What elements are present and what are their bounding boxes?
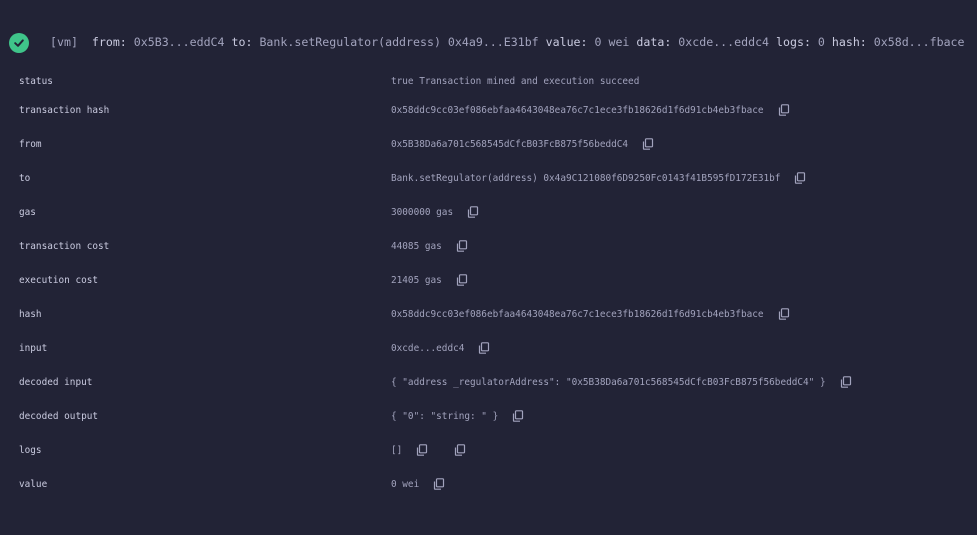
copy-icon[interactable] bbox=[454, 444, 466, 456]
detail-value-text: { "address _regulatorAddress": "0x5B38Da… bbox=[391, 377, 826, 388]
detail-value: true Transaction mined and execution suc… bbox=[391, 76, 639, 88]
hash-key: hash: bbox=[831, 35, 867, 49]
detail-row: transaction cost 44085 gas bbox=[0, 240, 977, 261]
detail-row: from 0x5B38Da6a701c568545dCfcB03FcB875f56… bbox=[0, 138, 977, 159]
copy-icon[interactable] bbox=[778, 308, 790, 320]
detail-value: 0x5B38Da6a701c568545dCfcB03FcB875f56bedd… bbox=[391, 138, 654, 151]
copy-icon[interactable] bbox=[840, 376, 852, 388]
transaction-header[interactable]: [vm] from: 0x5B3...eddC4 to: Bank.setReg… bbox=[0, 0, 977, 62]
detail-row: hash 0x58ddc9cc03ef086ebfaa4643048ea76c7c… bbox=[0, 308, 977, 329]
copy-icon[interactable] bbox=[456, 274, 468, 286]
copy-icon[interactable] bbox=[456, 240, 468, 252]
detail-value-text: [] bbox=[391, 445, 403, 456]
detail-value-text: 21405 gas bbox=[391, 275, 442, 286]
copy-icon[interactable] bbox=[467, 206, 479, 218]
detail-value-text: Bank.setRegulator(address) 0x4a9C121080f… bbox=[391, 173, 781, 184]
detail-label: from bbox=[19, 139, 42, 150]
hash-value: 0x58d...fbace bbox=[873, 35, 965, 49]
detail-label: to bbox=[19, 173, 31, 184]
transaction-summary: [vm] from: 0x5B3...eddC4 to: Bank.setReg… bbox=[50, 35, 965, 49]
value-value: 0 wei bbox=[594, 35, 630, 49]
data-key: data: bbox=[636, 35, 672, 49]
detail-row: decoded output { "0": "string: " } bbox=[0, 410, 977, 431]
detail-value: Bank.setRegulator(address) 0x4a9C121080f… bbox=[391, 172, 806, 185]
detail-label: logs bbox=[19, 445, 42, 456]
detail-row: gas 3000000 gas bbox=[0, 206, 977, 227]
detail-value: [] bbox=[391, 444, 466, 457]
detail-row: transaction hash 0x58ddc9cc03ef086ebfaa46… bbox=[0, 104, 977, 125]
to-key: to: bbox=[231, 35, 253, 49]
copy-icon[interactable] bbox=[416, 444, 428, 456]
detail-value: 0x58ddc9cc03ef086ebfaa4643048ea76c7c1ece… bbox=[391, 104, 790, 117]
detail-label: input bbox=[19, 343, 48, 354]
detail-row: execution cost 21405 gas bbox=[0, 274, 977, 295]
logs-key: logs: bbox=[776, 35, 811, 49]
value-key: value: bbox=[545, 35, 588, 49]
detail-value-text: { "0": "string: " } bbox=[391, 411, 499, 422]
detail-value-text: 44085 gas bbox=[391, 241, 442, 252]
detail-label: execution cost bbox=[19, 275, 99, 286]
detail-row: value 0 wei bbox=[0, 478, 977, 499]
copy-icon[interactable] bbox=[478, 342, 490, 354]
detail-label: transaction cost bbox=[19, 241, 110, 252]
detail-value-text: 0x58ddc9cc03ef086ebfaa4643048ea76c7c1ece… bbox=[391, 309, 764, 320]
from-key: from: bbox=[91, 35, 127, 49]
detail-value-text: true Transaction mined and execution suc… bbox=[391, 76, 640, 87]
detail-label: value bbox=[19, 479, 48, 490]
detail-value: 44085 gas bbox=[391, 240, 468, 253]
detail-value-text: 0x5B38Da6a701c568545dCfcB03FcB875f56bedd… bbox=[391, 139, 629, 150]
detail-value: { "0": "string: " } bbox=[391, 410, 524, 423]
vm-tag: [vm] bbox=[50, 35, 78, 49]
detail-row: decoded input { "address _regulatorAddres… bbox=[0, 376, 977, 397]
detail-label: status bbox=[19, 76, 53, 87]
detail-label: decoded input bbox=[19, 377, 93, 388]
data-value: 0xcde...eddc4 bbox=[678, 35, 770, 49]
detail-row: status true Transaction mined and executi… bbox=[0, 76, 977, 96]
copy-icon[interactable] bbox=[642, 138, 654, 150]
detail-value: 0 wei bbox=[391, 478, 445, 491]
detail-label: transaction hash bbox=[19, 105, 110, 116]
detail-value-text: 0xcde...eddc4 bbox=[391, 343, 465, 354]
copy-icon[interactable] bbox=[778, 104, 790, 116]
detail-value-text: 0 wei bbox=[391, 479, 420, 490]
logs-value: 0 bbox=[817, 35, 825, 49]
copy-icon[interactable] bbox=[433, 478, 445, 490]
detail-row: to Bank.setRegulator(address) 0x4a9C12108… bbox=[0, 172, 977, 193]
detail-value: 0xcde...eddc4 bbox=[391, 342, 490, 355]
copy-icon[interactable] bbox=[794, 172, 806, 184]
detail-value: 21405 gas bbox=[391, 274, 468, 287]
to-value: Bank.setRegulator(address) 0x4a9...E31bf bbox=[259, 35, 539, 49]
detail-value: 3000000 gas bbox=[391, 206, 479, 219]
detail-value-text: 0x58ddc9cc03ef086ebfaa4643048ea76c7c1ece… bbox=[391, 105, 764, 116]
detail-row: input 0xcde...eddc4 bbox=[0, 342, 977, 363]
detail-row: logs [] bbox=[0, 444, 977, 465]
detail-label: gas bbox=[19, 207, 36, 218]
check-circle-icon bbox=[9, 33, 29, 53]
detail-label: hash bbox=[19, 309, 42, 320]
detail-value: { "address _regulatorAddress": "0x5B38Da… bbox=[391, 376, 852, 389]
detail-value: 0x58ddc9cc03ef086ebfaa4643048ea76c7c1ece… bbox=[391, 308, 790, 321]
copy-icon[interactable] bbox=[512, 410, 524, 422]
detail-label: decoded output bbox=[19, 411, 99, 422]
from-value: 0x5B3...eddC4 bbox=[133, 35, 225, 49]
detail-value-text: 3000000 gas bbox=[391, 207, 454, 218]
